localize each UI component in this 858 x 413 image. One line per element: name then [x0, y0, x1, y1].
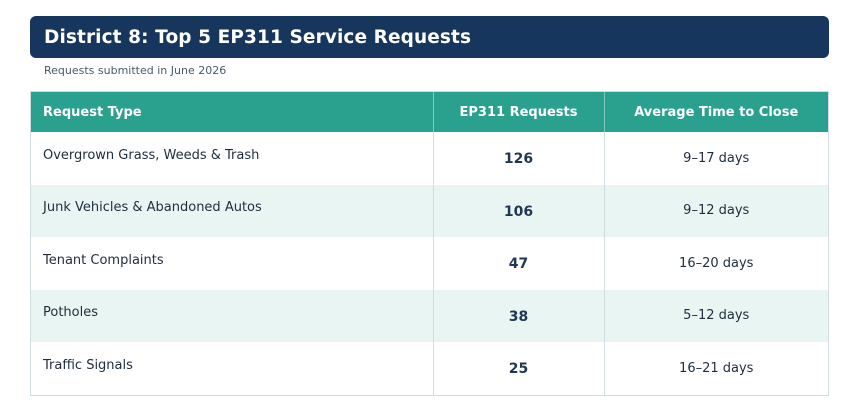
- table-header-row: Request Type EP311 Requests Average Time…: [31, 92, 828, 132]
- page-subtitle: Requests submitted in June 2026: [44, 64, 227, 77]
- table-row: Traffic Signals 25 16–21 days: [31, 342, 828, 395]
- request-type-cell: Junk Vehicles & Abandoned Autos: [31, 184, 434, 237]
- request-type-text: Potholes: [43, 305, 99, 321]
- average-time-cell: 16–21 days: [604, 342, 828, 395]
- table-row: Tenant Complaints 47 16–20 days: [31, 237, 828, 290]
- table-row: Junk Vehicles & Abandoned Autos 106 9–12…: [31, 184, 828, 237]
- request-count-cell: 106: [433, 184, 605, 237]
- request-type-cell: Potholes: [31, 289, 434, 342]
- average-time-cell: 5–12 days: [604, 289, 828, 342]
- request-count-text: 38: [508, 308, 529, 325]
- page: District 8: Top 5 EP311 Service Requests…: [0, 0, 858, 413]
- request-type-text: Traffic Signals: [43, 357, 133, 373]
- request-count-cell: 38: [433, 289, 605, 342]
- column-header-request-type: Request Type: [31, 92, 434, 132]
- request-count-cell: 47: [433, 237, 605, 290]
- average-time-cell: 16–20 days: [604, 237, 828, 290]
- request-count-cell: 25: [433, 342, 605, 395]
- request-type-cell: Tenant Complaints: [31, 237, 434, 290]
- request-count-text: 25: [508, 361, 529, 378]
- average-time-cell: 9–12 days: [604, 184, 828, 237]
- request-type-text: Tenant Complaints: [43, 252, 164, 268]
- requests-table: Request Type EP311 Requests Average Time…: [30, 91, 829, 396]
- request-count-cell: 126: [433, 132, 605, 185]
- table-row: Potholes 38 5–12 days: [31, 289, 828, 342]
- request-type-text: Junk Vehicles & Abandoned Autos: [43, 200, 262, 216]
- column-header-ep311-requests: EP311 Requests: [433, 92, 605, 132]
- title-banner: District 8: Top 5 EP311 Service Requests: [30, 16, 829, 58]
- table-row: Overgrown Grass, Weeds & Trash 126 9–17 …: [31, 132, 828, 185]
- request-count-text: 47: [508, 256, 529, 273]
- page-title: District 8: Top 5 EP311 Service Requests: [44, 26, 472, 48]
- request-type-text: Overgrown Grass, Weeds & Trash: [43, 147, 260, 163]
- average-time-cell: 9–17 days: [604, 132, 828, 185]
- request-type-cell: Traffic Signals: [31, 342, 434, 395]
- request-type-cell: Overgrown Grass, Weeds & Trash: [31, 132, 434, 185]
- request-count-text: 106: [503, 203, 534, 220]
- column-header-average-time: Average Time to Close: [604, 92, 828, 132]
- request-count-text: 126: [503, 151, 534, 168]
